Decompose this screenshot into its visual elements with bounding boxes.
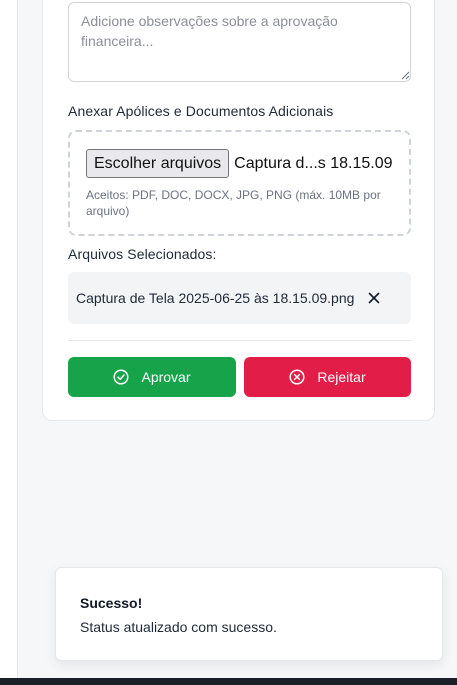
success-toast[interactable]: Sucesso! Status atualizado com sucesso. bbox=[55, 567, 443, 661]
x-circle-icon bbox=[289, 369, 305, 385]
file-input[interactable]: Escolher arquivos Captura d...s 18.15.09 bbox=[86, 149, 393, 178]
choose-files-button[interactable]: Escolher arquivos bbox=[86, 149, 230, 178]
approval-card: Anexar Apólices e Documentos Adicionais … bbox=[42, 0, 435, 421]
approve-label: Aprovar bbox=[141, 369, 191, 385]
x-icon[interactable] bbox=[368, 292, 380, 304]
check-circle-icon bbox=[113, 369, 130, 385]
reject-button[interactable]: Rejeitar bbox=[244, 357, 411, 397]
approve-button[interactable]: Aprovar bbox=[68, 357, 236, 397]
selected-file-item: Captura de Tela 2025-06-25 às 18.15.09.p… bbox=[68, 272, 411, 324]
observations-textarea[interactable] bbox=[68, 2, 411, 82]
remove-file-button[interactable] bbox=[366, 290, 382, 306]
reject-label: Rejeitar bbox=[317, 369, 366, 385]
accepted-formats-hint: Aceitos: PDF, DOC, DOCX, JPG, PNG (máx. … bbox=[86, 188, 381, 218]
chosen-file-name: Captura d...s 18.15.09 bbox=[234, 154, 393, 172]
selected-files-label: Arquivos Selecionados: bbox=[68, 246, 217, 262]
bottom-bar bbox=[0, 678, 457, 685]
selected-file-name: Captura de Tela 2025-06-25 às 18.15.09.p… bbox=[76, 290, 355, 306]
attach-documents-label: Anexar Apólices e Documentos Adicionais bbox=[68, 103, 334, 119]
file-dropzone[interactable]: Escolher arquivos Captura d...s 18.15.09… bbox=[68, 130, 411, 236]
toast-title: Sucesso! bbox=[80, 595, 143, 611]
resize-grip-icon[interactable] bbox=[401, 71, 410, 80]
divider bbox=[68, 340, 411, 341]
sidebar-edge bbox=[0, 0, 18, 678]
toast-description: Status atualizado com sucesso. bbox=[80, 619, 277, 635]
